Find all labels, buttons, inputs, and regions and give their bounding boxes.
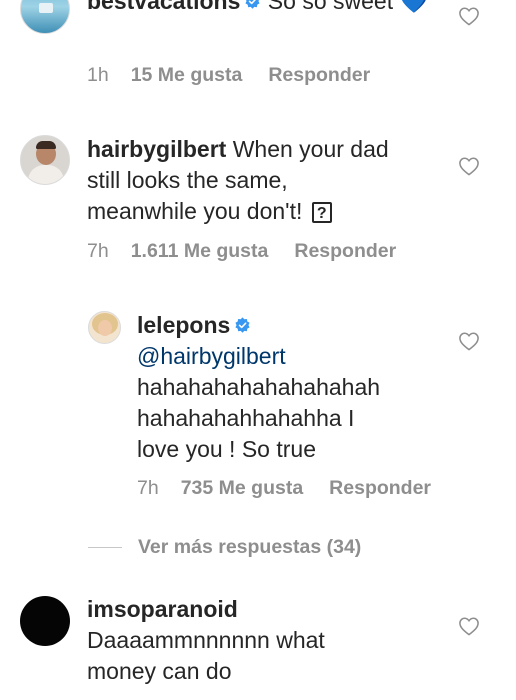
- heart-outline-icon[interactable]: [458, 331, 480, 351]
- comment-text-line: hahahahahahahahahah: [137, 374, 381, 400]
- verified-badge-icon: [244, 0, 261, 10]
- reply-button[interactable]: Responder: [294, 240, 396, 262]
- question-emoji: ?: [311, 202, 332, 223]
- comment-meta: 7h 735 Me gusta Responder: [137, 477, 431, 500]
- blue-heart-emoji: 💙: [399, 0, 429, 14]
- comment-text-line: love you ! So true: [137, 436, 316, 462]
- view-more-label: Ver más respuestas (34): [138, 536, 362, 558]
- verified-badge-icon: [234, 317, 251, 334]
- username[interactable]: imsoparanoid: [87, 594, 467, 625]
- reply-button[interactable]: Responder: [268, 64, 370, 86]
- avatar[interactable]: [20, 0, 70, 34]
- username[interactable]: bestvacations: [87, 0, 240, 14]
- username[interactable]: lelepons: [137, 312, 230, 338]
- heart-outline-icon[interactable]: [458, 616, 480, 636]
- likes-count[interactable]: 15 Me gusta: [131, 64, 243, 86]
- comment-body: hairbygilbert When your dad still looks …: [87, 134, 467, 227]
- comment-meta: 7h 1.611 Me gusta Responder: [87, 240, 396, 263]
- comment-text-line: meanwhile you don't!: [87, 198, 303, 224]
- avatar[interactable]: [88, 311, 121, 344]
- timestamp: 7h: [87, 240, 109, 262]
- heart-outline-icon[interactable]: [458, 6, 480, 26]
- comment-text-line: hahahahahhahahha I: [137, 405, 355, 431]
- comment-body: imsoparanoid Daaaammnnnnnn what money ca…: [87, 594, 467, 687]
- avatar[interactable]: [20, 596, 70, 646]
- comment-text-line: money can do: [87, 658, 232, 684]
- comment-body: bestvacations So so sweet 💙: [87, 0, 467, 17]
- comment-text: So so sweet: [267, 0, 394, 14]
- timestamp: 7h: [137, 477, 159, 499]
- username[interactable]: hairbygilbert: [87, 136, 226, 162]
- heart-outline-icon[interactable]: [458, 156, 480, 176]
- reply-button[interactable]: Responder: [329, 477, 431, 499]
- comment-text-line: Daaaammnnnnnn what: [87, 627, 325, 653]
- likes-count[interactable]: 735 Me gusta: [181, 477, 303, 499]
- comment-text-line: When your dad: [232, 136, 389, 162]
- comment-text-line: still looks the same,: [87, 167, 288, 193]
- timestamp: 1h: [87, 64, 109, 86]
- divider-line: [88, 547, 122, 549]
- avatar[interactable]: [20, 135, 70, 185]
- likes-count[interactable]: 1.611 Me gusta: [131, 240, 269, 262]
- comment-meta: 1h 15 Me gusta Responder: [87, 64, 370, 87]
- comment-body: lelepons @hairbygilbert hahahahahahahaha…: [137, 310, 467, 465]
- view-more-replies-button[interactable]: Ver más respuestas (34): [88, 536, 361, 559]
- mention-link[interactable]: @hairbygilbert: [137, 341, 467, 372]
